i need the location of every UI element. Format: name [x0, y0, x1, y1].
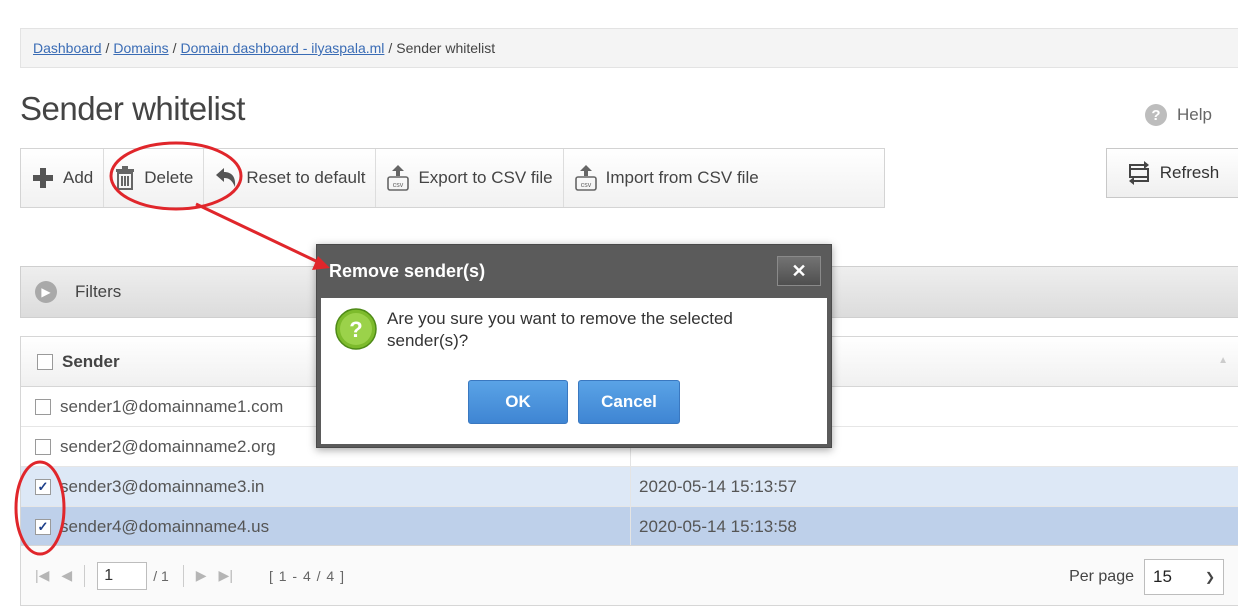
svg-text:?: ?: [349, 317, 362, 342]
page-range: [ 1 - 4 / 4 ]: [268, 567, 345, 584]
remove-sender-dialog: Remove sender(s) ✕ ? Are you sure you wa…: [316, 244, 832, 448]
select-all-checkbox[interactable]: [37, 353, 53, 370]
dialog-header: Remove sender(s) ✕: [317, 245, 831, 297]
per-page-value: 15: [1153, 567, 1172, 586]
pager: |◀ ◀ / 1 ▶ ▶| [ 1 - 4 / 4 ] Per page 15 …: [21, 545, 1238, 605]
pager-divider: [84, 564, 86, 587]
refresh-button[interactable]: Refresh: [1106, 148, 1238, 198]
row-checkbox[interactable]: ✓: [35, 518, 51, 535]
breadcrumb-dashboard[interactable]: Dashboard: [33, 40, 102, 56]
svg-text:csv: csv: [580, 182, 591, 189]
export-button-label: Export to CSV file: [418, 168, 553, 187]
reset-to-default-button[interactable]: Reset to default: [204, 149, 377, 207]
import-button-label: Import from CSV file: [605, 168, 759, 187]
per-page-select[interactable]: 15 ❯: [1144, 559, 1224, 595]
next-page-icon[interactable]: ▶: [196, 567, 207, 584]
svg-text:csv: csv: [393, 182, 404, 189]
cancel-button[interactable]: Cancel: [578, 380, 680, 424]
breadcrumb-separator: /: [172, 40, 177, 56]
breadcrumb-separator: /: [388, 40, 393, 56]
breadcrumb: Dashboard / Domains / Domain dashboard -…: [20, 28, 1238, 68]
sort-arrow-icon[interactable]: ▲: [1218, 355, 1228, 366]
dialog-body: ? Are you sure you want to remove the se…: [321, 298, 827, 444]
close-icon[interactable]: ✕: [777, 256, 821, 286]
reset-button-label: Reset to default: [246, 168, 366, 187]
sender-cell: sender1@domainname1.com: [60, 396, 284, 416]
row-checkbox[interactable]: ✓: [35, 478, 51, 495]
trash-icon: [116, 166, 135, 190]
chevron-down-icon: ❯: [1204, 570, 1215, 584]
sender-cell: sender3@domainname3.in: [60, 476, 265, 496]
sender-column-label: Sender: [62, 351, 120, 371]
csv-import-icon: csv: [574, 165, 597, 191]
date-cell: 2020-05-14 15:13:58: [639, 516, 797, 536]
row-checkbox[interactable]: [35, 398, 51, 415]
page-number-input[interactable]: [97, 561, 148, 590]
csv-export-icon: csv: [387, 165, 410, 191]
undo-arrow-icon: [216, 168, 236, 187]
breadcrumb-current: Sender whitelist: [396, 40, 496, 56]
question-mark-icon: ?: [335, 308, 377, 350]
breadcrumb-domains[interactable]: Domains: [113, 40, 168, 56]
per-page-label: Per page: [1069, 568, 1134, 585]
filters-label: Filters: [75, 282, 122, 301]
last-page-icon[interactable]: ▶|: [219, 567, 233, 584]
refresh-label: Refresh: [1159, 163, 1220, 182]
plus-icon: [33, 168, 53, 188]
chevron-right-circle-icon: ▶: [35, 281, 57, 303]
toolbar: Add Delete Reset to default csv Export t…: [20, 148, 885, 208]
import-csv-button[interactable]: csv Import from CSV file: [564, 149, 769, 207]
table-row[interactable]: ✓ sender3@domainname3.in 2020-05-14 15:13…: [21, 467, 1238, 507]
breadcrumb-separator: /: [105, 40, 110, 56]
refresh-icon: [1128, 161, 1149, 185]
ok-button[interactable]: OK: [468, 380, 568, 424]
page-total: / 1: [153, 567, 169, 584]
question-circle-icon: ?: [1145, 104, 1167, 126]
breadcrumb-domain-dashboard[interactable]: Domain dashboard - ilyaspala.ml: [181, 40, 385, 56]
page-title: Sender whitelist: [20, 90, 245, 127]
add-button-label: Add: [63, 168, 94, 187]
dialog-message: Are you sure you want to remove the sele…: [387, 309, 733, 350]
export-csv-button[interactable]: csv Export to CSV file: [376, 149, 564, 207]
per-page-control: Per page 15 ❯: [1069, 559, 1224, 595]
help-link[interactable]: ? Help: [1145, 104, 1212, 126]
table-row[interactable]: ✓ sender4@domainname4.us 2020-05-14 15:13…: [21, 507, 1238, 547]
first-page-icon[interactable]: |◀: [35, 567, 49, 584]
sender-cell: sender4@domainname4.us: [60, 516, 270, 536]
delete-button-label: Delete: [144, 168, 194, 187]
delete-button[interactable]: Delete: [104, 149, 205, 207]
dialog-title: Remove sender(s): [329, 260, 486, 281]
row-checkbox[interactable]: [35, 438, 51, 455]
sender-cell: sender2@domainname2.org: [60, 436, 276, 456]
help-label: Help: [1177, 105, 1212, 124]
pager-divider: [182, 564, 184, 587]
prev-page-icon[interactable]: ◀: [61, 567, 72, 584]
add-button[interactable]: Add: [21, 149, 105, 207]
annotation-arrow-line: [195, 202, 319, 264]
date-cell: 2020-05-14 15:13:57: [639, 476, 797, 496]
